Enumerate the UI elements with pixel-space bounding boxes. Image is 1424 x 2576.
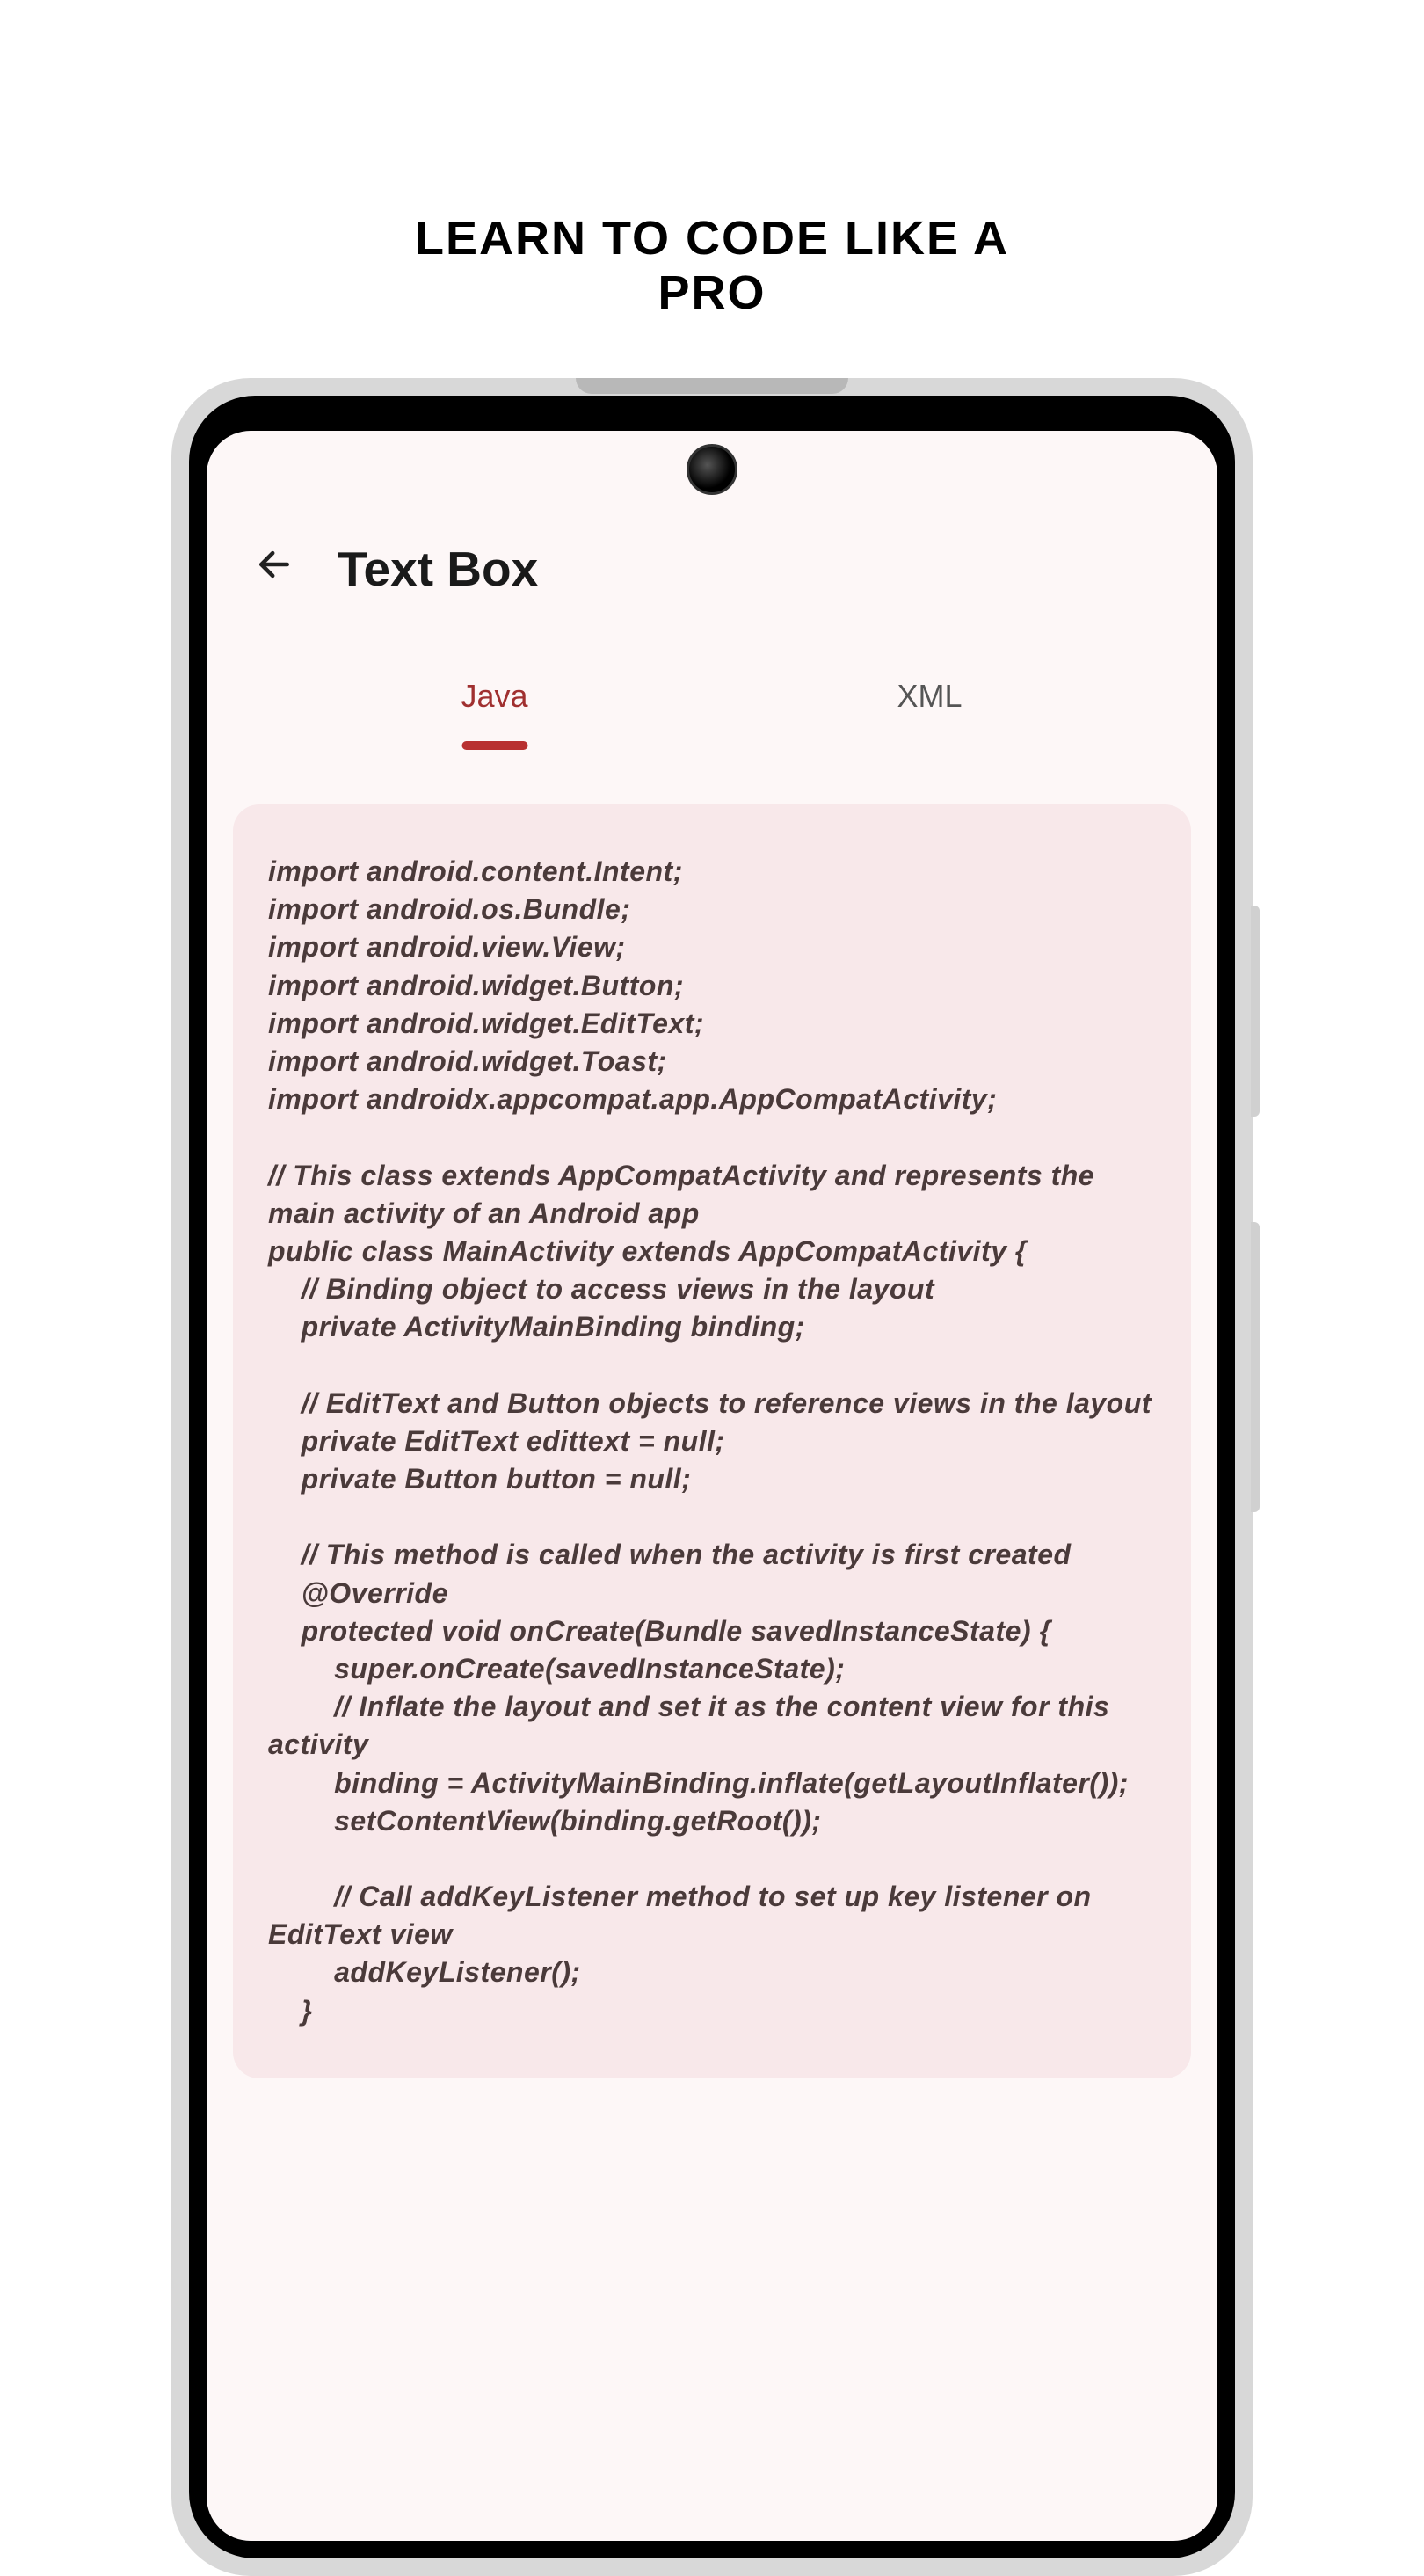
- code-card: import android.content.Intent; import an…: [233, 804, 1191, 2078]
- phone-volume-button: [1251, 906, 1260, 1117]
- phone-bezel: Text Box Java XML import android.content…: [189, 396, 1235, 2558]
- phone-screen: Text Box Java XML import android.content…: [207, 431, 1217, 2541]
- tab-java[interactable]: Java: [277, 667, 712, 725]
- phone-power-button: [1251, 1222, 1260, 1512]
- phone-notch: [576, 378, 848, 394]
- phone-mockup-frame: Text Box Java XML import android.content…: [171, 378, 1253, 2576]
- code-content[interactable]: import android.content.Intent; import an…: [268, 853, 1156, 2030]
- marketing-headline: LEARN TO CODE LIKE A PRO: [356, 211, 1068, 320]
- phone-camera: [687, 444, 737, 495]
- tab-xml[interactable]: XML: [712, 667, 1147, 725]
- tab-bar: Java XML: [207, 632, 1217, 725]
- page-title: Text Box: [338, 541, 538, 597]
- back-arrow-icon[interactable]: [255, 543, 294, 594]
